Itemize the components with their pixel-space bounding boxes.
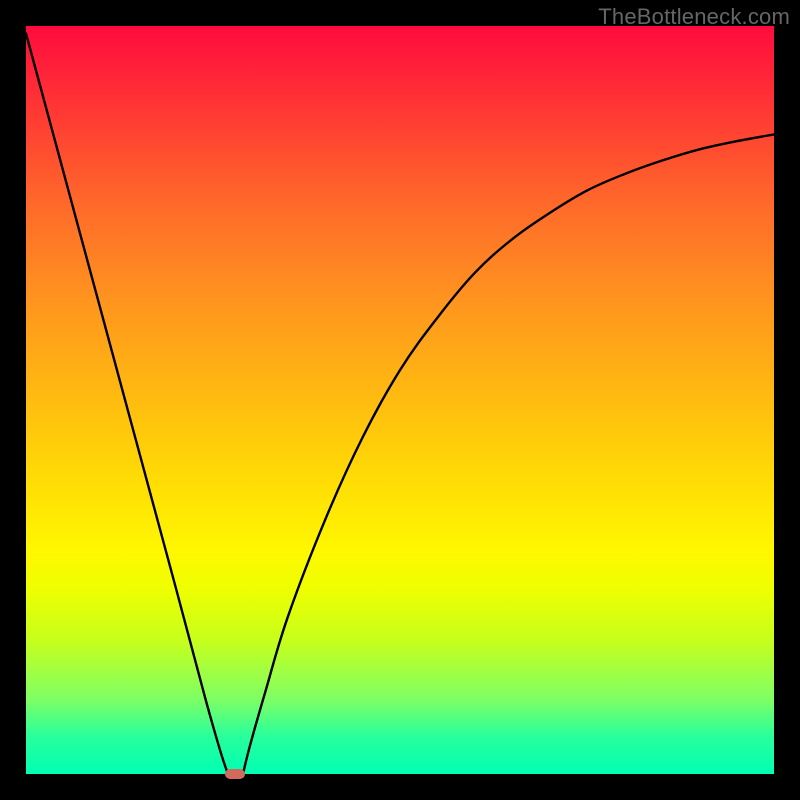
- watermark-text: TheBottleneck.com: [598, 4, 790, 30]
- curve-left-branch: [26, 33, 228, 774]
- chart-plot-area: [26, 26, 774, 774]
- chart-lines: [26, 26, 774, 774]
- bottleneck-marker: [225, 769, 245, 779]
- curve-right-branch: [243, 134, 774, 774]
